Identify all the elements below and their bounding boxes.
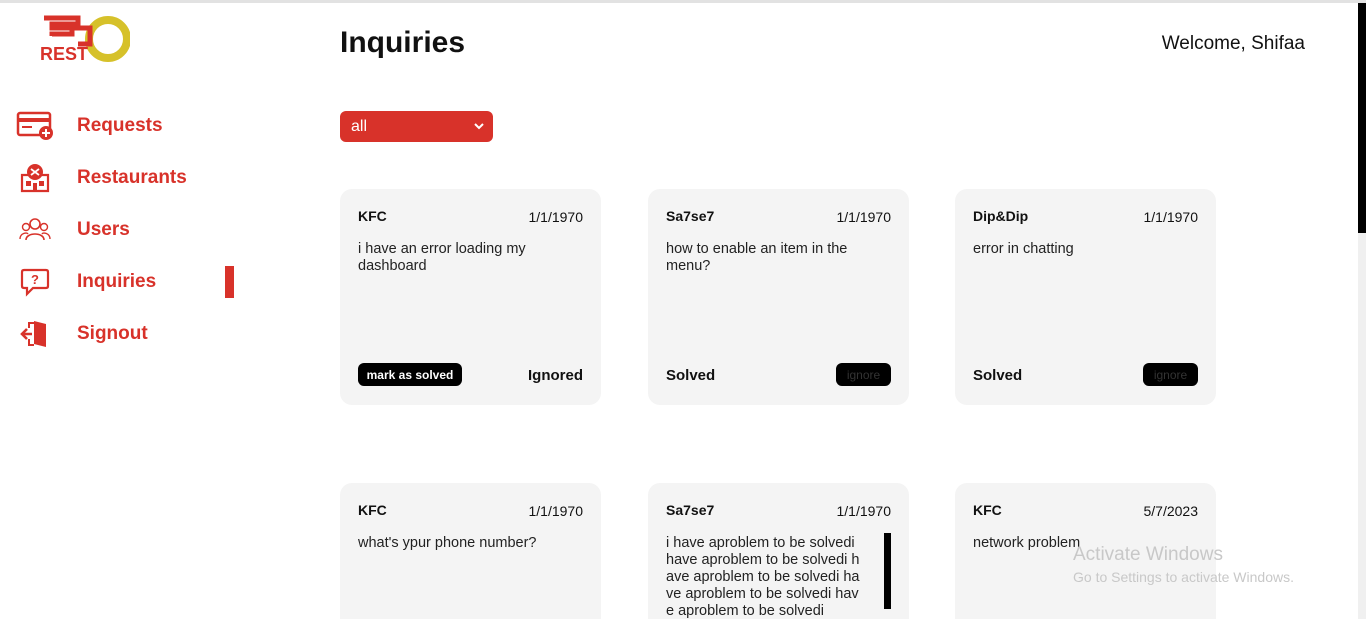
mark-as-solved-button[interactable]: mark as solved: [358, 363, 462, 386]
card-status: Solved: [973, 367, 1023, 384]
sidebar-item-signout[interactable]: Signout: [0, 308, 240, 360]
card-message: error in chatting: [973, 241, 1074, 257]
card-date: 1/1/1970: [1143, 209, 1199, 225]
restaurant-icon: [16, 162, 54, 194]
inquiry-card: Sa7se7 1/1/1970 i have aproblem to be so…: [648, 483, 909, 619]
signout-icon: [16, 318, 54, 350]
sidebar-item-requests[interactable]: Requests: [0, 100, 240, 152]
active-indicator: [225, 266, 234, 298]
card-message: i have aproblem to be solvedi have aprob…: [666, 535, 860, 619]
card-message: how to enable an item in the menu?: [666, 241, 848, 274]
windows-watermark-title: Activate Windows: [1073, 544, 1223, 565]
card-status: Ignored: [528, 367, 583, 384]
card-message: i have an error loading my dashboard: [358, 241, 526, 274]
page-title: Inquiries: [340, 26, 466, 59]
svg-text:?: ?: [31, 272, 39, 287]
sidebar-nav: Requests Restaurants Users ? Inquiries S…: [0, 100, 240, 360]
inquiry-card: KFC 1/1/1970 what's ypur phone number?: [340, 483, 601, 619]
card-restaurant-name: KFC: [358, 208, 387, 224]
message-scrollbar[interactable]: [884, 533, 891, 609]
card-add-icon: [16, 110, 54, 142]
windows-watermark-subtitle: Go to Settings to activate Windows.: [1073, 569, 1294, 585]
sidebar-item-inquiries[interactable]: ? Inquiries: [0, 256, 240, 308]
sidebar-item-label: Restaurants: [77, 167, 187, 188]
sidebar-item-restaurants[interactable]: Restaurants: [0, 152, 240, 204]
card-status: Solved: [666, 367, 716, 384]
sidebar-item-label: Inquiries: [77, 271, 157, 292]
card-date: 1/1/1970: [528, 209, 584, 225]
logo[interactable]: REST: [38, 14, 131, 64]
card-restaurant-name: Sa7se7: [666, 208, 715, 224]
card-date: 1/1/1970: [836, 209, 892, 225]
filter-selected-value: all: [351, 117, 368, 135]
card-restaurant-name: KFC: [358, 502, 387, 518]
sidebar-item-label: Users: [77, 219, 130, 240]
chevron-down-icon: [472, 119, 486, 133]
card-restaurant-name: Dip&Dip: [973, 208, 1029, 224]
question-bubble-icon: ?: [16, 266, 54, 298]
status-filter-select[interactable]: all: [340, 111, 493, 142]
card-restaurant-name: KFC: [973, 502, 1002, 518]
card-message: what's ypur phone number?: [358, 535, 537, 551]
sidebar-item-label: Signout: [77, 323, 148, 344]
ignore-button[interactable]: ignore: [1143, 363, 1198, 386]
top-border: [0, 0, 1366, 3]
users-icon: [16, 214, 54, 246]
sidebar-item-users[interactable]: Users: [0, 204, 240, 256]
inquiry-card: Dip&Dip 1/1/1970 error in chatting Solve…: [955, 189, 1216, 405]
page-scrollbar-thumb[interactable]: [1358, 3, 1366, 233]
card-restaurant-name: Sa7se7: [666, 502, 715, 518]
inquiry-card: Sa7se7 1/1/1970 how to enable an item in…: [648, 189, 909, 405]
card-date: 5/7/2023: [1143, 503, 1199, 519]
card-date: 1/1/1970: [528, 503, 584, 519]
ignore-button[interactable]: ignore: [836, 363, 891, 386]
inquiry-card: KFC 1/1/1970 i have an error loading my …: [340, 189, 601, 405]
sidebar-item-label: Requests: [77, 115, 163, 136]
card-date: 1/1/1970: [836, 503, 892, 519]
welcome-text: Welcome, Shifaa: [1161, 33, 1305, 54]
logo-text: REST: [40, 44, 88, 64]
